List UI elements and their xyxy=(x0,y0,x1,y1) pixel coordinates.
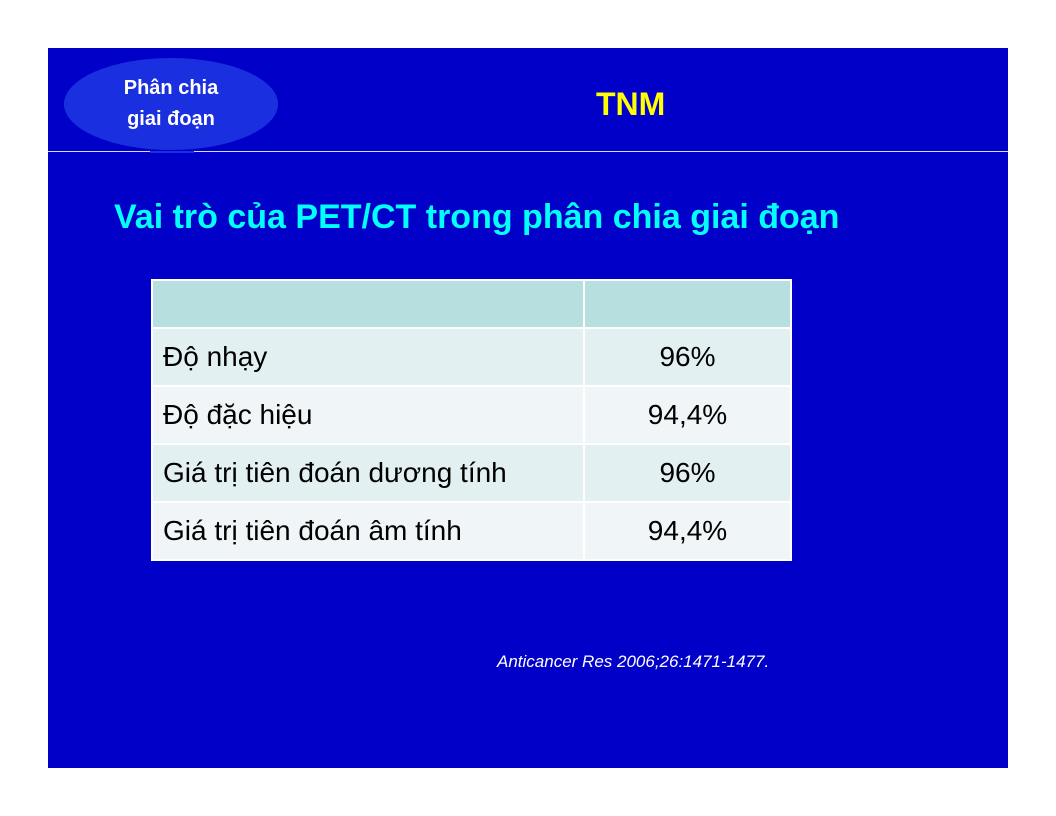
value-cell: 96% xyxy=(583,443,792,503)
table-header-cell xyxy=(151,279,585,329)
section-tag: TNM xyxy=(596,86,666,122)
value-cell: 94,4% xyxy=(583,385,792,445)
table-row: Độ đặc hiệu 94,4% xyxy=(151,385,792,445)
table-row: Độ nhạy 96% xyxy=(151,327,792,387)
metric-cell: Giá trị tiên đoán âm tính xyxy=(151,501,585,561)
table-row: Giá trị tiên đoán dương tính 96% xyxy=(151,443,792,503)
metric-cell: Giá trị tiên đoán dương tính xyxy=(151,443,585,503)
value-cell: 96% xyxy=(583,327,792,387)
value-cell: 94,4% xyxy=(583,501,792,561)
results-table: Độ nhạy 96% Độ đặc hiệu 94,4% Giá trị ti… xyxy=(151,279,792,561)
badge-divider-overlap xyxy=(150,151,194,153)
table-row: Giá trị tiên đoán âm tính 94,4% xyxy=(151,501,792,561)
metric-cell: Độ nhạy xyxy=(151,327,585,387)
table-header-row xyxy=(151,279,792,329)
citation: Anticancer Res 2006;26:1471-1477. xyxy=(497,652,770,671)
section-badge-label: Phân chia giai đoạn xyxy=(123,77,219,130)
slide-heading: Vai trò của PET/CT trong phân chia giai … xyxy=(114,198,840,236)
section-badge: Phân chia giai đoạn xyxy=(64,58,278,150)
metric-cell: Độ đặc hiệu xyxy=(151,385,585,445)
table-header-cell xyxy=(583,279,792,329)
